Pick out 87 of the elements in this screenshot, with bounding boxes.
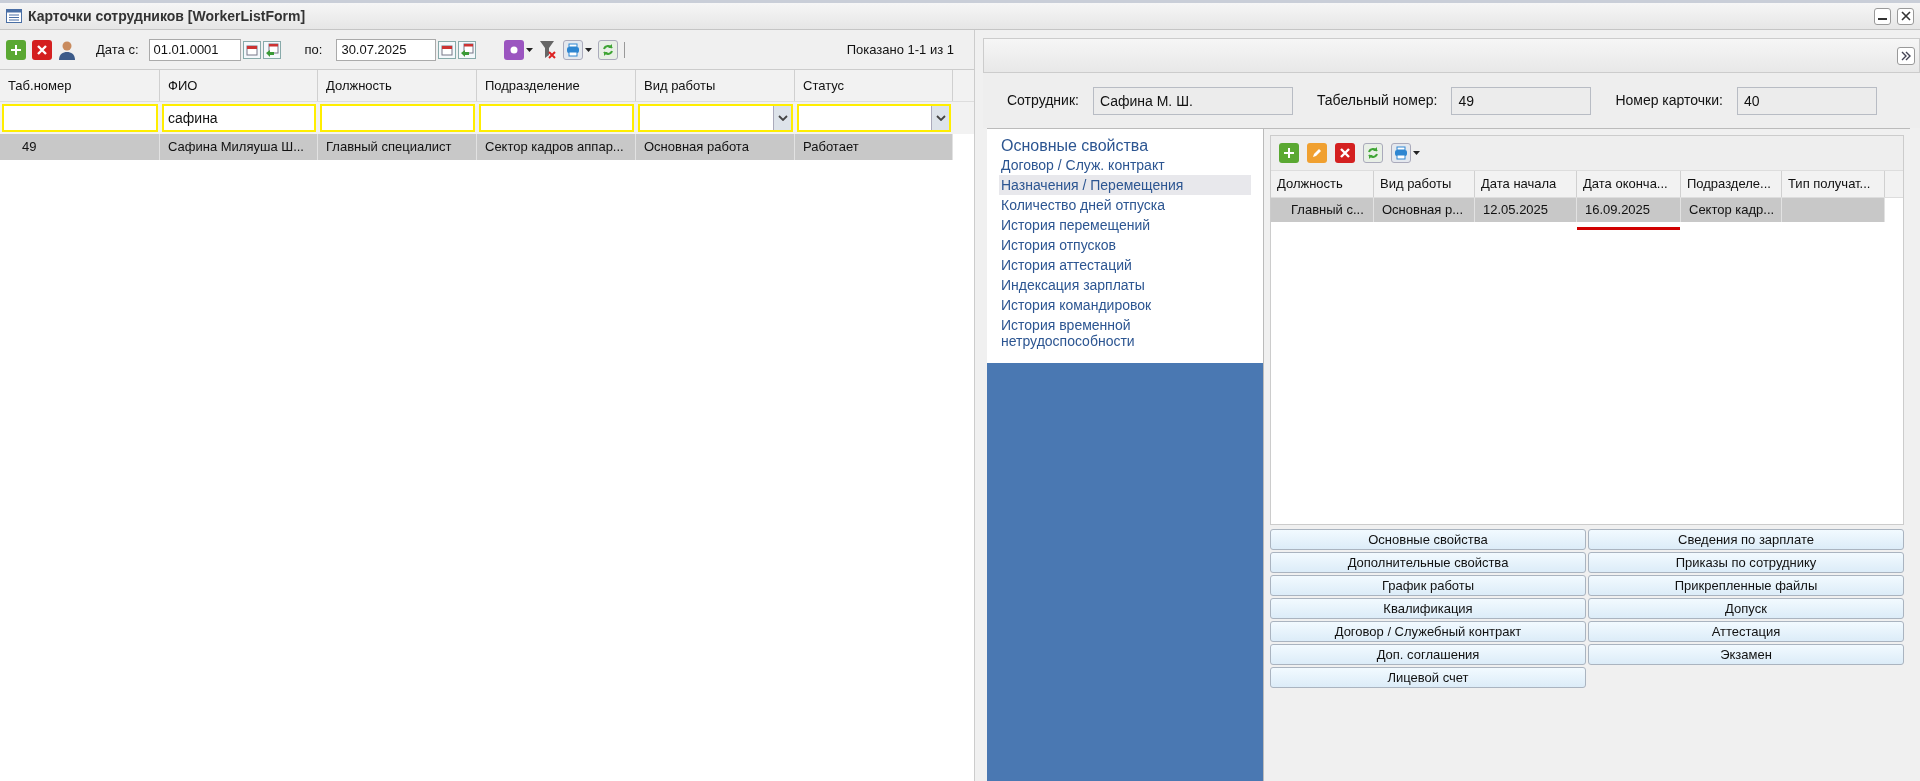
nav-item[interactable]: Индексация зарплаты [999,275,1251,295]
column-header[interactable]: Должность [1271,171,1374,197]
nav-item[interactable]: История перемещений [999,215,1251,235]
section-button[interactable]: Экзамен [1588,644,1904,665]
date-from-field[interactable]: 01.01.0001 [148,38,241,61]
date-from-label: Дата с: [96,40,139,59]
table-cell-text: Главный с... [1291,201,1364,220]
column-header[interactable]: Подразделе... [1681,171,1782,197]
column-header[interactable]: Вид работы [636,70,795,101]
column-header[interactable]: Дата оконча... [1577,171,1681,197]
field-label: Табельный номер: [1316,91,1438,110]
section-button[interactable]: Доп. соглашения [1270,644,1586,665]
column-header[interactable]: Таб.номер [0,70,160,101]
refresh-icon[interactable] [1363,143,1383,163]
nav-item[interactable]: История командировок [999,295,1251,315]
calendar-icon[interactable] [438,40,457,59]
filter-field[interactable] [2,104,158,132]
today-calendar-icon[interactable] [458,40,477,59]
table-cell: 49 [0,134,160,160]
column-header[interactable]: Статус [795,70,953,101]
column-header[interactable]: Тип получат... [1782,171,1885,197]
section-button[interactable]: Прикрепленные файлы [1588,575,1904,596]
nav-item[interactable]: История аттестаций [999,255,1251,275]
today-calendar-icon[interactable] [262,40,281,59]
table-row[interactable]: 49 Сафина Миляуша Ш... Главный специалист Сектор кадров аппар... Основная работа Работает [0,134,953,160]
print-icon[interactable] [1391,143,1411,163]
field-label: Номер карточки: [1615,91,1723,110]
section-button[interactable]: Квалификация [1270,598,1586,619]
column-header[interactable]: Подразделение [477,70,636,101]
filter-field[interactable] [320,104,475,132]
filter-field[interactable] [479,104,634,132]
section-button[interactable]: График работы [1270,575,1586,596]
section-button[interactable]: Договор / Служебный контракт [1270,621,1586,642]
table-cell-text: Основная р... [1382,201,1464,220]
info-field[interactable]: 40 [1736,86,1877,115]
section-button[interactable]: Дополнительные свойства [1270,552,1586,573]
date-to-field[interactable]: 30.07.2025 [336,38,437,61]
nav-item[interactable]: Договор / Служ. контракт [999,155,1251,175]
info-field[interactable]: 49 [1451,86,1592,115]
section-button[interactable]: Основные свойства [1270,529,1586,550]
clear-filter-icon[interactable] [539,39,558,60]
window-icon [6,9,22,23]
delete-icon[interactable] [1335,143,1355,163]
table-cell: Работает [795,134,953,160]
close-button[interactable] [1897,7,1914,25]
calendar-icon[interactable] [242,40,261,59]
nav-item[interactable]: История отпусков [999,235,1251,255]
filter-field[interactable]: сафина [162,104,316,132]
section-button[interactable]: Допуск [1588,598,1904,619]
person-icon[interactable] [58,39,76,60]
nav-item[interactable]: Количество дней отпуска [999,195,1251,215]
table-cell: Основная работа [636,134,795,160]
minimize-button[interactable] [1874,7,1891,25]
section-button[interactable]: Сведения по зарплате [1588,529,1904,550]
table-cell-text: Сектор кадр... [1689,201,1775,220]
caret-icon [1413,151,1420,155]
table-cell: Главный специалист [318,134,477,160]
window-title: Карточки сотрудников [WorkerListForm] [28,6,306,26]
print-icon[interactable] [563,39,584,60]
nav-item[interactable]: Основные свойства [999,137,1251,155]
column-header[interactable]: Дата начала [1475,171,1577,197]
delete-icon[interactable] [32,39,52,60]
double-chevron-icon [1901,50,1911,61]
caret-icon [585,47,593,52]
add-icon[interactable] [6,39,26,60]
caret-icon [526,47,534,52]
nav-item[interactable]: Назначения / Перемещения [999,175,1251,195]
expand-button[interactable] [1897,46,1915,65]
refresh-icon[interactable] [598,39,619,60]
section-button[interactable]: Приказы по сотруднику [1588,552,1904,573]
table-cell: Сафина Миляуша Ш... [160,134,318,160]
dropdown-icon[interactable] [931,106,949,130]
nav-item[interactable]: История временной нетрудоспособности [999,315,1251,351]
record-count: Показано 1-1 из 1 [846,40,955,59]
dropdown-icon[interactable] [773,106,791,130]
column-header[interactable]: ФИО [160,70,318,101]
info-field[interactable]: Сафина М. Ш. [1092,86,1293,115]
section-button[interactable]: Лицевой счет [1270,667,1586,688]
table-cell-text: 16.09.2025 [1585,201,1651,220]
table-cell-text: 12.05.2025 [1483,201,1549,220]
field-label: Сотрудник: [1007,91,1079,110]
column-header[interactable]: Должность [318,70,477,101]
add-icon[interactable] [1279,143,1299,163]
section-button[interactable]: Аттестация [1588,621,1904,642]
table-cell: Сектор кадров аппар... [477,134,636,160]
column-header[interactable]: Вид работы [1374,171,1475,197]
date-to-label: по: [304,40,323,59]
